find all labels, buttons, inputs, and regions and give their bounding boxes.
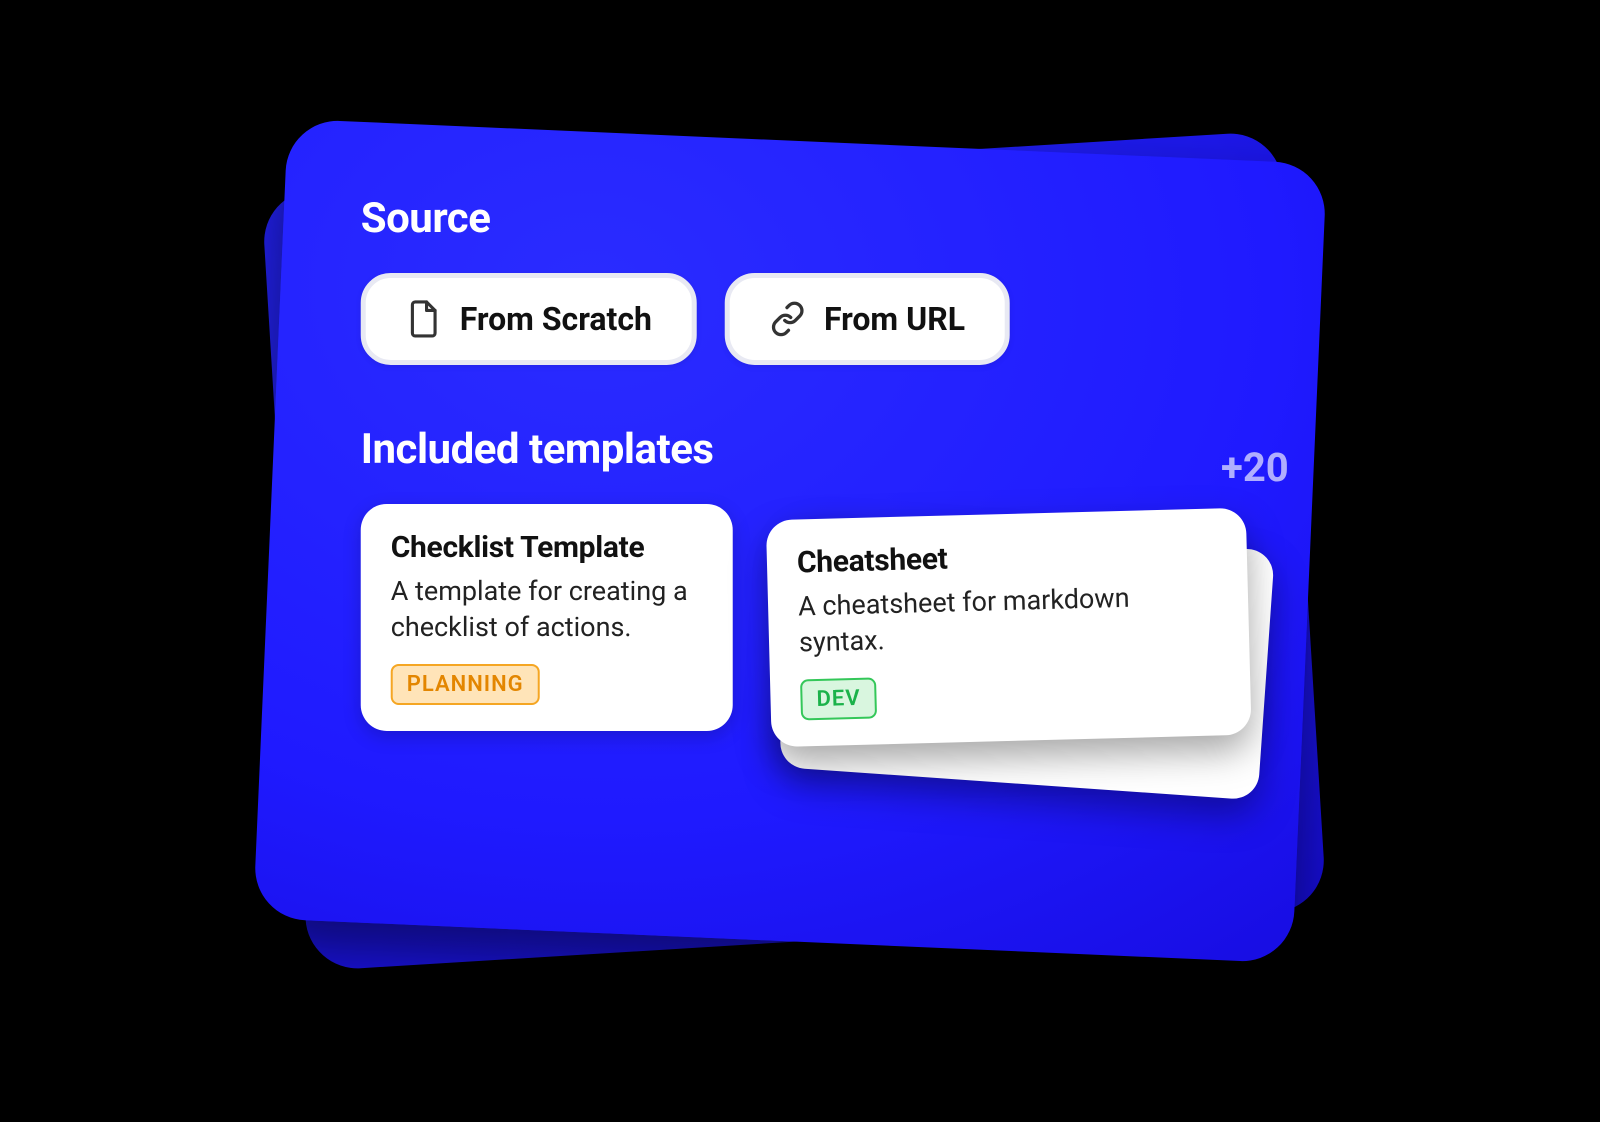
templates-more-count: +20 bbox=[1221, 444, 1289, 491]
from-url-button[interactable]: From URL bbox=[725, 273, 1010, 365]
source-buttons-row: From Scratch From URL bbox=[361, 273, 1249, 365]
template-cards-row: Checklist Template A template for creati… bbox=[361, 504, 1249, 731]
template-tag-planning: PLANNING bbox=[391, 664, 540, 705]
template-tag-dev: DEV bbox=[800, 677, 877, 720]
from-scratch-label: From Scratch bbox=[460, 300, 652, 338]
template-card-checklist[interactable]: Checklist Template A template for creati… bbox=[361, 504, 733, 731]
link-icon bbox=[770, 301, 806, 337]
panel-front: Source From Scratch bbox=[253, 119, 1327, 964]
panel-stack: Source From Scratch bbox=[270, 141, 1330, 981]
source-section-title: Source bbox=[361, 194, 1249, 243]
template-card-cheatsheet[interactable]: Cheatsheet A cheatsheet for markdown syn… bbox=[766, 508, 1252, 747]
template-card-title: Checklist Template bbox=[391, 530, 703, 565]
template-card-cheatsheet-stack: Cheatsheet A cheatsheet for markdown syn… bbox=[769, 504, 1249, 731]
templates-section-title: Included templates bbox=[361, 425, 1249, 474]
template-card-description: A template for creating a checklist of a… bbox=[391, 573, 703, 646]
templates-wrap: +20 Checklist Template A template for cr… bbox=[361, 504, 1249, 731]
document-icon bbox=[406, 301, 442, 337]
template-card-description: A cheatsheet for markdown syntax. bbox=[798, 577, 1220, 661]
from-scratch-button[interactable]: From Scratch bbox=[361, 273, 697, 365]
from-url-label: From URL bbox=[824, 300, 965, 338]
template-card-title: Cheatsheet bbox=[797, 534, 1218, 580]
